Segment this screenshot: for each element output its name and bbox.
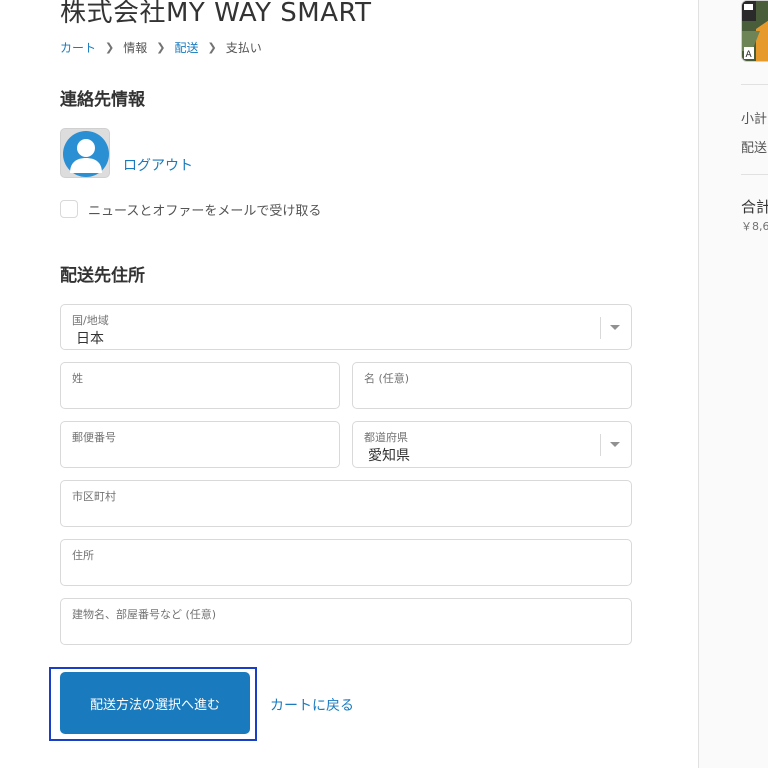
first-name-field[interactable]: 名 (任意): [352, 362, 632, 409]
user-avatar-icon: [63, 131, 109, 177]
select-divider: [600, 317, 601, 339]
city-field[interactable]: 市区町村: [60, 480, 632, 527]
product-image-icon: A: [742, 1, 768, 61]
prefecture-select[interactable]: 都道府県 愛知県: [352, 421, 632, 468]
address-label: 住所: [72, 549, 94, 562]
newsletter-label[interactable]: ニュースとオファーをメールで受け取る: [88, 200, 321, 219]
summary-divider: [741, 84, 768, 85]
city-label: 市区町村: [72, 490, 116, 503]
shipping-address-heading: 配送先住所: [60, 266, 145, 286]
breadcrumb-shipping-link[interactable]: 配送: [174, 39, 198, 56]
order-summary-sidebar: A 小計 配送 合計 ￥8,6: [698, 0, 768, 768]
checkout-main: 株式会社MY WAY SMART カート ❯ 情報 ❯ 配送 ❯ 支払い 連絡先…: [0, 0, 698, 768]
prefecture-label: 都道府県: [364, 431, 408, 444]
continue-to-shipping-button[interactable]: 配送方法の選択へ進む: [60, 672, 250, 734]
postal-code-label: 郵便番号: [72, 431, 116, 444]
total-amount: ￥8,6: [741, 220, 768, 233]
prefecture-value: 愛知県: [368, 448, 410, 464]
breadcrumb-information: 情報: [123, 41, 148, 55]
postal-code-field[interactable]: 郵便番号: [60, 421, 340, 468]
breadcrumb-payment: 支払い: [225, 41, 262, 55]
contact-heading: 連絡先情報: [60, 90, 145, 110]
building-field[interactable]: 建物名、部屋番号など (任意): [60, 598, 632, 645]
total-label: 合計: [741, 198, 768, 216]
last-name-field[interactable]: 姓: [60, 362, 340, 409]
shipping-label: 配送: [741, 141, 768, 156]
chevron-right-icon: ❯: [207, 41, 217, 54]
breadcrumb-cart-link[interactable]: カート: [60, 39, 96, 56]
store-title[interactable]: 株式会社MY WAY SMART: [60, 0, 372, 29]
building-label: 建物名、部屋番号など (任意): [72, 608, 217, 621]
country-label: 国/地域: [72, 314, 109, 327]
chevron-right-icon: ❯: [156, 41, 166, 54]
subtotal-label: 小計: [741, 112, 768, 127]
country-select[interactable]: 国/地域 日本: [60, 304, 632, 350]
address-field[interactable]: 住所: [60, 539, 632, 586]
logout-link[interactable]: ログアウト: [123, 155, 193, 175]
first-name-label: 名 (任意): [364, 372, 410, 385]
return-to-cart-link[interactable]: カートに戻る: [270, 695, 354, 715]
summary-divider: [741, 174, 768, 175]
product-thumbnail: A: [741, 0, 768, 62]
country-value: 日本: [76, 331, 104, 347]
chevron-down-icon: [610, 325, 620, 330]
newsletter-checkbox[interactable]: [60, 200, 78, 218]
avatar: [60, 128, 110, 178]
chevron-down-icon: [610, 442, 620, 447]
breadcrumb: カート ❯ 情報 ❯ 配送 ❯ 支払い: [60, 39, 262, 56]
select-divider: [600, 434, 601, 456]
product-badge: A: [746, 50, 753, 60]
last-name-label: 姓: [72, 372, 83, 385]
chevron-right-icon: ❯: [105, 41, 115, 54]
